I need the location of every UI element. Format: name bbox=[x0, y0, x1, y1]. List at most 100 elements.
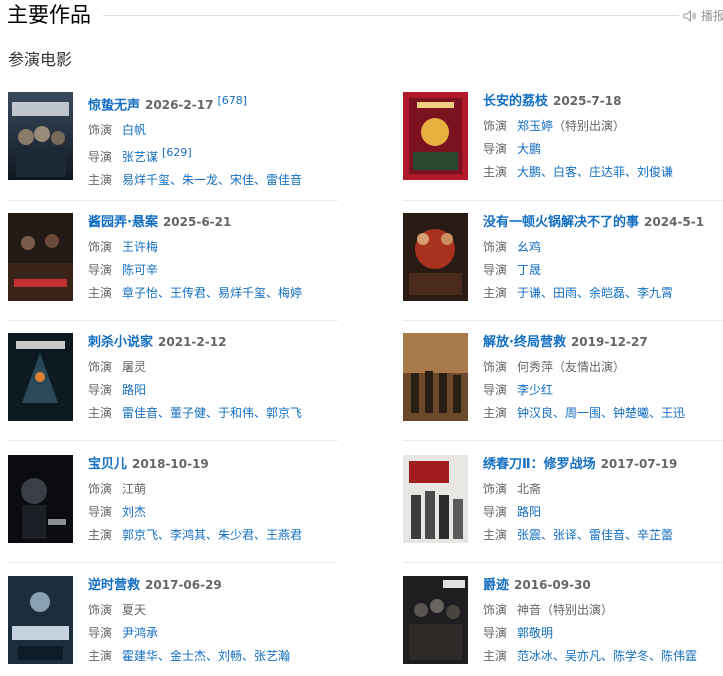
director-link[interactable]: 尹鸿承 bbox=[122, 626, 158, 640]
movie-item: 逆时营救 2017-06-29 饰演 夏天 导演 尹鸿承 主演 霍建华、金士杰、刘畅、张… bbox=[8, 576, 338, 676]
director-link[interactable]: 路阳 bbox=[122, 383, 146, 397]
section-title: 主要作品 bbox=[7, 3, 91, 27]
movie-date: 2025-6-21 bbox=[162, 215, 232, 229]
director-link[interactable]: 刘杰 bbox=[122, 505, 146, 519]
role-link[interactable]: 幺鸡 bbox=[517, 240, 541, 254]
director-label: 导演 bbox=[483, 263, 508, 277]
movie-poster[interactable] bbox=[403, 576, 468, 664]
movie-poster[interactable] bbox=[8, 333, 73, 421]
director-link[interactable]: 大鹏 bbox=[517, 142, 541, 156]
movie-title-link[interactable]: 长安的荔枝 bbox=[483, 94, 548, 109]
movie-item: 绣春刀Ⅱ：修罗战场 2017-07-19 饰演 北斋 导演 路阳 主演 张震、张译、雷佳… bbox=[403, 455, 723, 555]
movie-title-link[interactable]: 没有一顿火锅解决不了的事 bbox=[483, 215, 639, 230]
movie-poster[interactable] bbox=[403, 455, 468, 543]
cast-links[interactable]: 钟汉良、周一围、钟楚曦、王迅 bbox=[517, 406, 685, 420]
movie-date: 2016-09-30 bbox=[514, 578, 591, 592]
role-note: （特别出演） bbox=[553, 119, 626, 133]
movie-poster[interactable] bbox=[8, 576, 73, 664]
director-link[interactable]: 张艺谋 bbox=[122, 150, 158, 164]
cast-label: 主演 bbox=[88, 286, 113, 300]
director-link[interactable]: 李少红 bbox=[517, 383, 553, 397]
movie-title-link[interactable]: 逆时营救 bbox=[88, 578, 140, 593]
cast-label: 主演 bbox=[88, 173, 113, 188]
citation-link[interactable]: [629] bbox=[162, 146, 192, 159]
movie-poster[interactable] bbox=[8, 213, 73, 301]
role-label: 饰演 bbox=[483, 240, 508, 254]
role-name: 神音 bbox=[517, 603, 542, 617]
cast-label: 主演 bbox=[88, 528, 113, 542]
director-label: 导演 bbox=[483, 142, 508, 156]
movie-item: 解放·终局营救 2019-12-27 饰演 何秀萍（友情出演） 导演 李少红 主演 钟汉… bbox=[403, 333, 723, 433]
role-name: 何秀萍 bbox=[517, 360, 554, 374]
subsection-title: 参演电影 bbox=[8, 50, 73, 69]
cast-label: 主演 bbox=[483, 286, 508, 300]
role-link[interactable]: 郑玉婷 bbox=[517, 119, 553, 133]
row-divider bbox=[403, 320, 723, 321]
row-divider bbox=[403, 440, 723, 441]
row-divider bbox=[8, 562, 338, 563]
movie-poster[interactable] bbox=[403, 92, 468, 180]
cast-label: 主演 bbox=[88, 649, 113, 663]
movie-title-link[interactable]: 刺杀小说家 bbox=[88, 335, 153, 350]
movie-title-link[interactable]: 解放·终局营救 bbox=[483, 335, 566, 350]
cast-links[interactable]: 章子怡、王传君、易烊千玺、梅婷 bbox=[122, 286, 302, 300]
movie-title-link[interactable]: 酱园弄·悬案 bbox=[88, 215, 158, 230]
role-label: 饰演 bbox=[88, 482, 113, 496]
director-link[interactable]: 郭敬明 bbox=[517, 626, 553, 640]
movie-title-link[interactable]: 爵迹 bbox=[483, 578, 509, 593]
movie-title-link[interactable]: 宝贝儿 bbox=[88, 457, 127, 472]
play-button[interactable]: 播报 bbox=[683, 7, 723, 24]
role-label: 饰演 bbox=[483, 603, 508, 617]
role-note: （友情出演） bbox=[553, 360, 626, 374]
role-label: 饰演 bbox=[88, 240, 113, 254]
movie-poster[interactable] bbox=[403, 213, 468, 301]
movie-title-link[interactable]: 绣春刀Ⅱ：修罗战场 bbox=[483, 457, 596, 472]
movie-item: 惊蛰无声 2026-2-17 [678] 饰演 白帆 导演 张艺谋 [629] 主演 易烊千… bbox=[8, 92, 338, 192]
cast-links[interactable]: 霍建华、金士杰、刘畅、张艺瀚 bbox=[122, 649, 290, 663]
director-link[interactable]: 路阳 bbox=[517, 505, 541, 519]
movie-poster[interactable] bbox=[403, 333, 468, 421]
movie-title-link[interactable]: 惊蛰无声 bbox=[88, 98, 140, 113]
movie-poster[interactable] bbox=[8, 455, 73, 543]
cast-label: 主演 bbox=[483, 406, 508, 420]
role-name: 屠灵 bbox=[122, 360, 147, 374]
cast-links[interactable]: 大鹏、白客、庄达菲、刘俊谦 bbox=[517, 165, 673, 179]
role-label: 饰演 bbox=[88, 123, 113, 138]
movie-date: 2026-2-17 bbox=[145, 98, 214, 113]
movie-item: 没有一顿火锅解决不了的事 2024-5-1 饰演 幺鸡 导演 丁晟 主演 于谦、田雨、余… bbox=[403, 213, 723, 313]
movie-date: 2024-5-1 bbox=[644, 215, 705, 229]
row-divider bbox=[8, 320, 338, 321]
movie-item: 酱园弄·悬案 2025-6-21 饰演 王许梅 导演 陈可辛 主演 章子怡、王传君、易烊… bbox=[8, 213, 338, 313]
role-name: 北斋 bbox=[517, 482, 542, 496]
cast-links[interactable]: 郭京飞、李鸿其、朱少君、王燕君 bbox=[122, 528, 302, 542]
cast-label: 主演 bbox=[88, 406, 113, 420]
director-link[interactable]: 陈可辛 bbox=[122, 263, 158, 277]
cast-links[interactable]: 于谦、田雨、余皑磊、李九霄 bbox=[517, 286, 673, 300]
role-label: 饰演 bbox=[483, 482, 508, 496]
role-link[interactable]: 白帆 bbox=[122, 123, 146, 137]
header-divider bbox=[103, 15, 679, 16]
movie-item: 爵迹 2016-09-30 饰演 神音（特别出演） 导演 郭敬明 主演 范冰冰、吴亦凡、… bbox=[403, 576, 723, 676]
role-name: 夏天 bbox=[122, 603, 147, 617]
director-link[interactable]: 丁晟 bbox=[517, 263, 541, 277]
movie-date: 2019-12-27 bbox=[570, 335, 648, 349]
role-link[interactable]: 王许梅 bbox=[122, 240, 158, 254]
role-label: 饰演 bbox=[88, 603, 113, 617]
role-name: 江萌 bbox=[122, 482, 147, 496]
director-label: 导演 bbox=[88, 150, 113, 165]
movie-poster[interactable] bbox=[8, 92, 73, 180]
movie-item: 长安的荔枝 2025-7-18 饰演 郑玉婷（特别出演） 导演 大鹏 主演 大鹏、白客、… bbox=[403, 92, 723, 192]
director-label: 导演 bbox=[483, 626, 508, 640]
movie-date: 2025-7-18 bbox=[553, 94, 622, 108]
speaker-icon bbox=[683, 9, 696, 22]
cast-links[interactable]: 雷佳音、董子健、于和伟、郭京飞 bbox=[122, 406, 302, 420]
role-label: 饰演 bbox=[88, 360, 113, 374]
director-label: 导演 bbox=[88, 626, 113, 640]
row-divider bbox=[8, 440, 338, 441]
role-label: 饰演 bbox=[483, 119, 508, 133]
cast-links[interactable]: 范冰冰、吴亦凡、陈学冬、陈伟霆 bbox=[517, 649, 697, 663]
cast-links[interactable]: 张震、张译、雷佳音、辛芷蕾 bbox=[517, 528, 673, 542]
cast-links[interactable]: 易烊千玺、朱一龙、宋佳、雷佳音 bbox=[122, 173, 302, 187]
cast-label: 主演 bbox=[483, 165, 508, 179]
citation-link[interactable]: [678] bbox=[217, 94, 247, 107]
